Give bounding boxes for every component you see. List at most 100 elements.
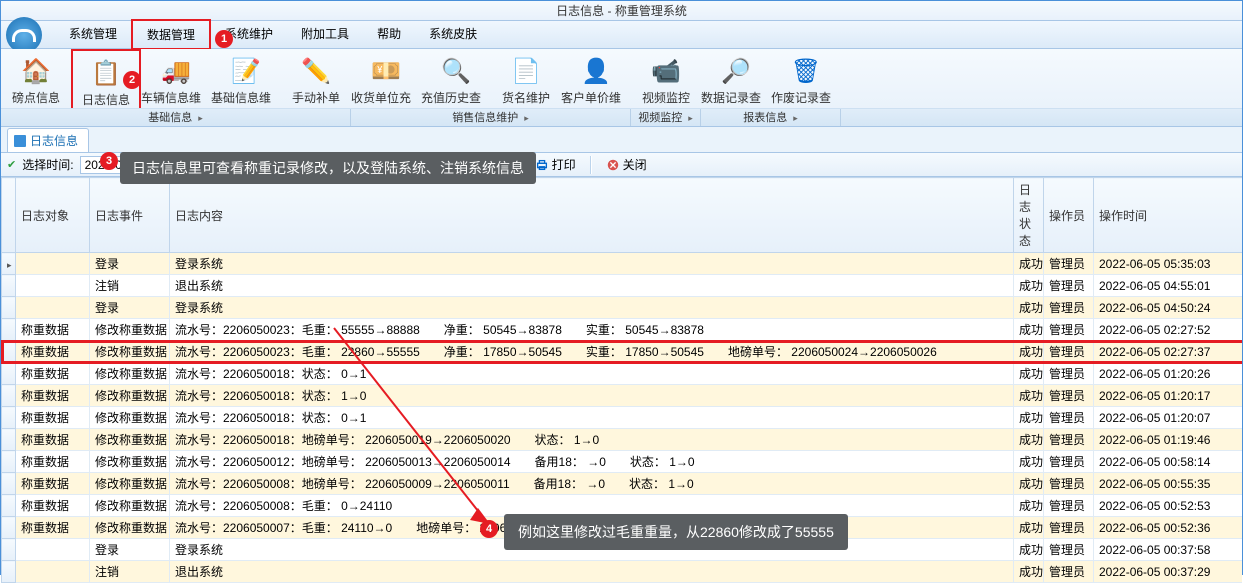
cell-op: 管理员 <box>1044 429 1094 451</box>
row-selector[interactable] <box>2 253 16 275</box>
group-label: 报表信息 <box>701 109 841 126</box>
cell-status: 成功 <box>1014 253 1044 275</box>
callout-4: 4 <box>480 520 498 538</box>
menubar: 系统管理数据管理系统维护附加工具帮助系统皮肤 <box>1 21 1242 49</box>
table-row[interactable]: 称重数据修改称重数据流水号：2206050018：状态： 0→1成功管理员202… <box>2 407 1243 429</box>
cell-obj: 称重数据 <box>16 473 90 495</box>
cell-obj: 称重数据 <box>16 451 90 473</box>
cell-status: 成功 <box>1014 297 1044 319</box>
row-selector[interactable] <box>2 451 16 473</box>
cell-obj: 称重数据 <box>16 319 90 341</box>
menu-4[interactable]: 帮助 <box>363 20 415 50</box>
cell-status: 成功 <box>1014 429 1044 451</box>
cell-status: 成功 <box>1014 539 1044 561</box>
table-row[interactable]: 称重数据修改称重数据流水号：2206050018：状态： 1→0成功管理员202… <box>2 385 1243 407</box>
column-header[interactable]: 日志内容 <box>170 178 1014 253</box>
row-selector[interactable] <box>2 517 16 539</box>
tabbar: 日志信息 <box>1 127 1242 153</box>
group-label: 销售信息维护 <box>351 109 631 126</box>
cell-obj <box>16 275 90 297</box>
cell-time: 2022-06-05 01:20:26 <box>1094 363 1243 385</box>
cell-op: 管理员 <box>1044 297 1094 319</box>
row-selector[interactable] <box>2 495 16 517</box>
tab-label: 日志信息 <box>30 132 78 149</box>
cell-time: 2022-06-05 04:55:01 <box>1094 275 1243 297</box>
cell-content: 流水号：2206050008：地磅单号： 2206050009→22060500… <box>170 473 1014 495</box>
row-selector[interactable] <box>2 297 16 319</box>
cell-evt: 修改称重数据 <box>90 385 170 407</box>
cell-time: 2022-06-05 00:52:36 <box>1094 517 1243 539</box>
cell-time: 2022-06-05 00:52:53 <box>1094 495 1243 517</box>
table-row[interactable]: 称重数据修改称重数据流水号：2206050012：地磅单号： 220605001… <box>2 451 1243 473</box>
menu-0[interactable]: 系统管理 <box>55 20 131 50</box>
tooltip-2: 例如这里修改过毛重重量，从22860修改成了55555 <box>504 514 848 550</box>
column-header[interactable]: 日志事件 <box>90 178 170 253</box>
row-selector[interactable] <box>2 539 16 561</box>
cell-time: 2022-06-05 01:20:07 <box>1094 407 1243 429</box>
cell-status: 成功 <box>1014 451 1044 473</box>
table-row[interactable]: 登录登录系统成功管理员2022-06-05 04:50:24 <box>2 297 1243 319</box>
table-row[interactable]: 称重数据修改称重数据流水号：2206050018：状态： 0→1成功管理员202… <box>2 363 1243 385</box>
column-header[interactable]: 操作员 <box>1044 178 1094 253</box>
row-selector[interactable] <box>2 385 16 407</box>
cell-status: 成功 <box>1014 495 1044 517</box>
table-row[interactable]: 称重数据修改称重数据流水号：2206050018：地磅单号： 220605001… <box>2 429 1243 451</box>
menu-3[interactable]: 附加工具 <box>287 20 363 50</box>
row-selector[interactable] <box>2 341 16 363</box>
tab-log-info[interactable]: 日志信息 <box>7 128 89 152</box>
table-row[interactable]: 称重数据修改称重数据流水号：2206050008：地磅单号： 220605000… <box>2 473 1243 495</box>
tool-icon: ✏️ <box>300 55 332 87</box>
cell-evt: 修改称重数据 <box>90 319 170 341</box>
cell-evt: 注销 <box>90 275 170 297</box>
tool-label: 货名维护 <box>502 89 550 106</box>
row-selector[interactable] <box>2 561 16 583</box>
row-selector[interactable] <box>2 319 16 341</box>
tool-icon: 📹 <box>650 55 682 87</box>
tool-label: 日志信息 <box>82 91 130 108</box>
close-button[interactable]: 关闭 <box>598 154 655 175</box>
column-header[interactable]: 操作时间 <box>1094 178 1243 253</box>
column-header[interactable]: 日志状态 <box>1014 178 1044 253</box>
cell-content: 流水号：2206050018：状态： 0→1 <box>170 363 1014 385</box>
tool-label: 手动补单 <box>292 89 340 106</box>
cell-evt: 修改称重数据 <box>90 495 170 517</box>
cell-time: 2022-06-05 04:50:24 <box>1094 297 1243 319</box>
cell-obj: 称重数据 <box>16 363 90 385</box>
cell-op: 管理员 <box>1044 473 1094 495</box>
cell-op: 管理员 <box>1044 561 1094 583</box>
row-selector[interactable] <box>2 275 16 297</box>
cell-content: 流水号：2206050018：地磅单号： 2206050019→22060500… <box>170 429 1014 451</box>
app-logo <box>6 17 42 53</box>
cell-time: 2022-06-05 02:27:37 <box>1094 341 1243 363</box>
callout-1: 1 <box>215 30 233 48</box>
cell-obj <box>16 561 90 583</box>
table-row[interactable]: 注销退出系统成功管理员2022-06-05 04:55:01 <box>2 275 1243 297</box>
table-row[interactable]: 称重数据修改称重数据流水号：2206050023：毛重： 22860→55555… <box>2 341 1243 363</box>
row-selector[interactable] <box>2 429 16 451</box>
tool-label: 视频监控 <box>642 89 690 106</box>
row-selector[interactable] <box>2 407 16 429</box>
menu-5[interactable]: 系统皮肤 <box>415 20 491 50</box>
tool-icon: 📋 <box>90 57 122 89</box>
table-row[interactable]: 注销退出系统成功管理员2022-06-05 00:37:29 <box>2 561 1243 583</box>
column-header[interactable]: 日志对象 <box>16 178 90 253</box>
print-icon <box>535 158 549 172</box>
tool-label: 磅点信息 <box>12 89 60 106</box>
table-row[interactable]: 称重数据修改称重数据流水号：2206050023：毛重： 55555→88888… <box>2 319 1243 341</box>
cell-obj: 称重数据 <box>16 407 90 429</box>
cell-obj: 称重数据 <box>16 517 90 539</box>
row-selector[interactable] <box>2 363 16 385</box>
cell-content: 流水号：2206050018：状态： 1→0 <box>170 385 1014 407</box>
menu-1[interactable]: 数据管理 <box>131 19 211 50</box>
cell-status: 成功 <box>1014 561 1044 583</box>
tool-icon: 📄 <box>510 55 542 87</box>
cell-op: 管理员 <box>1044 385 1094 407</box>
table-row[interactable]: 登录登录系统成功管理员2022-06-05 05:35:03 <box>2 253 1243 275</box>
cell-op: 管理员 <box>1044 495 1094 517</box>
cell-status: 成功 <box>1014 319 1044 341</box>
callout-2: 2 <box>123 71 141 89</box>
cell-evt: 修改称重数据 <box>90 517 170 539</box>
close-icon <box>606 158 620 172</box>
row-selector[interactable] <box>2 473 16 495</box>
tool-icon: 💴 <box>370 55 402 87</box>
